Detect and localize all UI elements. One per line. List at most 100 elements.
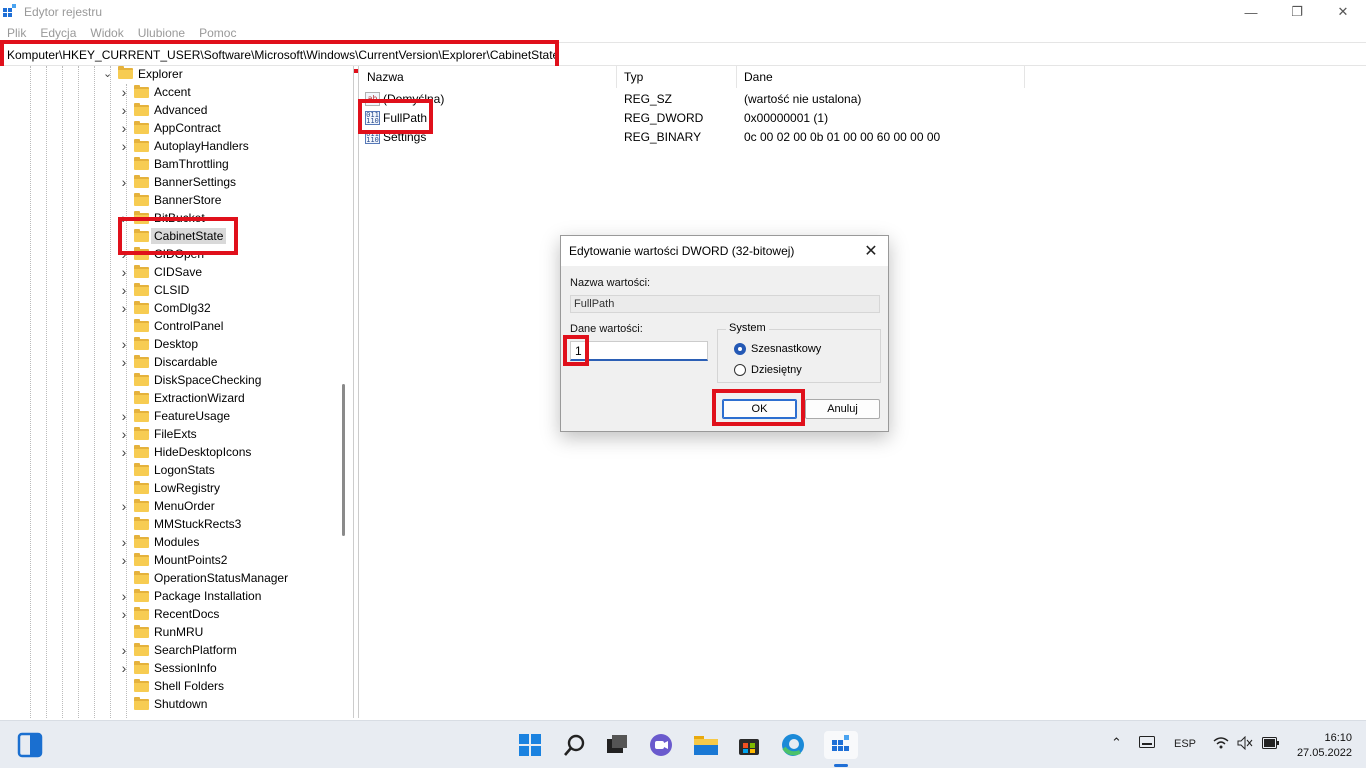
tree-item[interactable]: Shutdown xyxy=(0,695,340,713)
tree-item[interactable]: CabinetState xyxy=(0,227,340,245)
chevron-right-icon[interactable]: › xyxy=(119,587,129,605)
tree-item-explorer[interactable]: ⌄ Explorer xyxy=(0,66,340,82)
regedit-taskbar-icon[interactable] xyxy=(824,731,858,759)
tree-item[interactable]: › BitBucket xyxy=(0,209,340,227)
start-icon[interactable] xyxy=(516,731,544,759)
tree-item[interactable]: Shell Folders xyxy=(0,677,340,695)
address-path[interactable]: Komputer\HKEY_CURRENT_USER\Software\Micr… xyxy=(7,48,559,62)
chevron-right-icon[interactable]: › xyxy=(119,137,129,155)
radio-decimal[interactable]: Dziesiętny xyxy=(734,362,802,378)
radio-hexadecimal[interactable]: Szesnastkowy xyxy=(734,341,821,357)
tree-item[interactable]: › AutoplayHandlers xyxy=(0,137,340,155)
tree-item[interactable]: › SearchPlatform xyxy=(0,641,340,659)
clock[interactable]: 16:10 27.05.2022 xyxy=(1297,731,1352,761)
chevron-right-icon[interactable]: › xyxy=(119,353,129,371)
menu-favorites[interactable]: Ulubione xyxy=(138,26,185,40)
tree-item[interactable]: LogonStats xyxy=(0,461,340,479)
store-icon[interactable] xyxy=(735,731,763,759)
task-view-icon[interactable] xyxy=(603,731,631,759)
chevron-right-icon[interactable]: › xyxy=(119,263,129,281)
tree-item[interactable]: › MountPoints2 xyxy=(0,551,340,569)
tree-item[interactable]: › BannerSettings xyxy=(0,173,340,191)
chevron-up-icon[interactable]: ⌃ xyxy=(1111,735,1122,751)
tree-item[interactable]: BannerStore xyxy=(0,191,340,209)
ok-button[interactable]: OK xyxy=(722,399,797,419)
menu-help[interactable]: Pomoc xyxy=(199,26,236,40)
tree-item[interactable]: › MenuOrder xyxy=(0,497,340,515)
chevron-right-icon[interactable]: › xyxy=(119,299,129,317)
menu-file[interactable]: Plik xyxy=(7,26,26,40)
radio-button[interactable] xyxy=(734,364,746,376)
tree-item[interactable]: › Package Installation xyxy=(0,587,340,605)
tree-item[interactable]: LowRegistry xyxy=(0,479,340,497)
tree-item[interactable]: OperationStatusManager xyxy=(0,569,340,587)
edge-icon[interactable] xyxy=(779,731,807,759)
keyboard-icon[interactable] xyxy=(1139,736,1155,751)
tree-scrollbar-thumb[interactable] xyxy=(342,384,345,536)
value-row-default[interactable]: ab (Domyślna) REG_SZ (wartość nie ustalo… xyxy=(359,90,1359,109)
search-icon[interactable] xyxy=(561,731,589,759)
tree-item[interactable]: MMStuckRects3 xyxy=(0,515,340,533)
close-window-button[interactable]: ✕ xyxy=(1320,0,1366,24)
tree-item[interactable]: › Discardable xyxy=(0,353,340,371)
tree-item[interactable]: › ComDlg32 xyxy=(0,299,340,317)
file-explorer-icon[interactable] xyxy=(692,731,720,759)
tree-item[interactable]: › Advanced xyxy=(0,101,340,119)
chevron-right-icon[interactable]: › xyxy=(119,83,129,101)
chevron-right-icon[interactable]: › xyxy=(119,407,129,425)
chevron-right-icon[interactable]: › xyxy=(119,641,129,659)
radio-button-checked[interactable] xyxy=(734,343,746,355)
restore-button[interactable]: ❐ xyxy=(1274,0,1320,24)
tree-item[interactable]: › HideDesktopIcons xyxy=(0,443,340,461)
column-header-data[interactable]: Dane xyxy=(737,66,1025,88)
widgets-icon[interactable] xyxy=(16,731,44,759)
tree-item[interactable]: › CIDSave xyxy=(0,263,340,281)
value-data-input[interactable]: 1 xyxy=(570,341,708,361)
column-header-name[interactable]: Nazwa xyxy=(359,66,617,88)
value-row-settings[interactable]: 011 110 Settings REG_BINARY 0c 00 02 00 0… xyxy=(359,128,1359,147)
tree-item[interactable]: › FileExts xyxy=(0,425,340,443)
chevron-right-icon[interactable]: › xyxy=(119,335,129,353)
cancel-button[interactable]: Anuluj xyxy=(805,399,880,419)
chevron-right-icon[interactable]: › xyxy=(119,209,129,227)
volume-muted-icon[interactable] xyxy=(1237,735,1253,753)
tree-item[interactable]: RunMRU xyxy=(0,623,340,641)
chevron-right-icon[interactable]: › xyxy=(119,245,129,263)
tree-item[interactable]: › CIDOpen xyxy=(0,245,340,263)
chevron-right-icon[interactable]: › xyxy=(119,281,129,299)
chevron-right-icon[interactable]: › xyxy=(119,443,129,461)
chevron-right-icon[interactable]: › xyxy=(119,533,129,551)
registry-tree[interactable]: ⌄ Explorer › Accent › Advanced › AppContract ›… xyxy=(0,66,354,718)
chevron-down-icon[interactable]: ⌄ xyxy=(103,67,112,80)
value-row-fullpath[interactable]: 011 110 FullPath REG_DWORD 0x00000001 (1) xyxy=(359,109,1359,128)
tree-item[interactable]: › SessionInfo xyxy=(0,659,340,677)
tree-item[interactable]: ControlPanel xyxy=(0,317,340,335)
menu-edit[interactable]: Edycja xyxy=(40,26,76,40)
menu-view[interactable]: Widok xyxy=(90,26,123,40)
chevron-right-icon[interactable]: › xyxy=(119,173,129,191)
minimize-button[interactable]: — xyxy=(1228,0,1274,24)
chat-icon[interactable] xyxy=(647,731,675,759)
wifi-icon[interactable] xyxy=(1213,736,1229,753)
tree-item[interactable]: › AppContract xyxy=(0,119,340,137)
tree-item[interactable]: ExtractionWizard xyxy=(0,389,340,407)
chevron-right-icon[interactable]: › xyxy=(119,659,129,677)
tree-item[interactable]: › Accent xyxy=(0,83,340,101)
tree-item[interactable]: DiskSpaceChecking xyxy=(0,371,340,389)
chevron-right-icon[interactable]: › xyxy=(119,605,129,623)
column-header-type[interactable]: Typ xyxy=(617,66,737,88)
chevron-right-icon[interactable]: › xyxy=(119,497,129,515)
input-language[interactable]: ESP xyxy=(1174,738,1196,750)
chevron-right-icon[interactable]: › xyxy=(119,425,129,443)
tree-item[interactable]: › CLSID xyxy=(0,281,340,299)
tree-item[interactable]: BamThrottling xyxy=(0,155,340,173)
chevron-right-icon[interactable]: › xyxy=(119,119,129,137)
battery-icon[interactable] xyxy=(1262,737,1280,752)
tree-item[interactable]: › Desktop xyxy=(0,335,340,353)
tree-item[interactable]: › RecentDocs xyxy=(0,605,340,623)
chevron-right-icon[interactable]: › xyxy=(119,101,129,119)
address-bar[interactable]: Komputer\HKEY_CURRENT_USER\Software\Micr… xyxy=(0,42,1366,66)
chevron-right-icon[interactable]: › xyxy=(119,551,129,569)
tree-item[interactable]: › FeatureUsage xyxy=(0,407,340,425)
dialog-close-button[interactable]: ✕ xyxy=(860,240,882,262)
